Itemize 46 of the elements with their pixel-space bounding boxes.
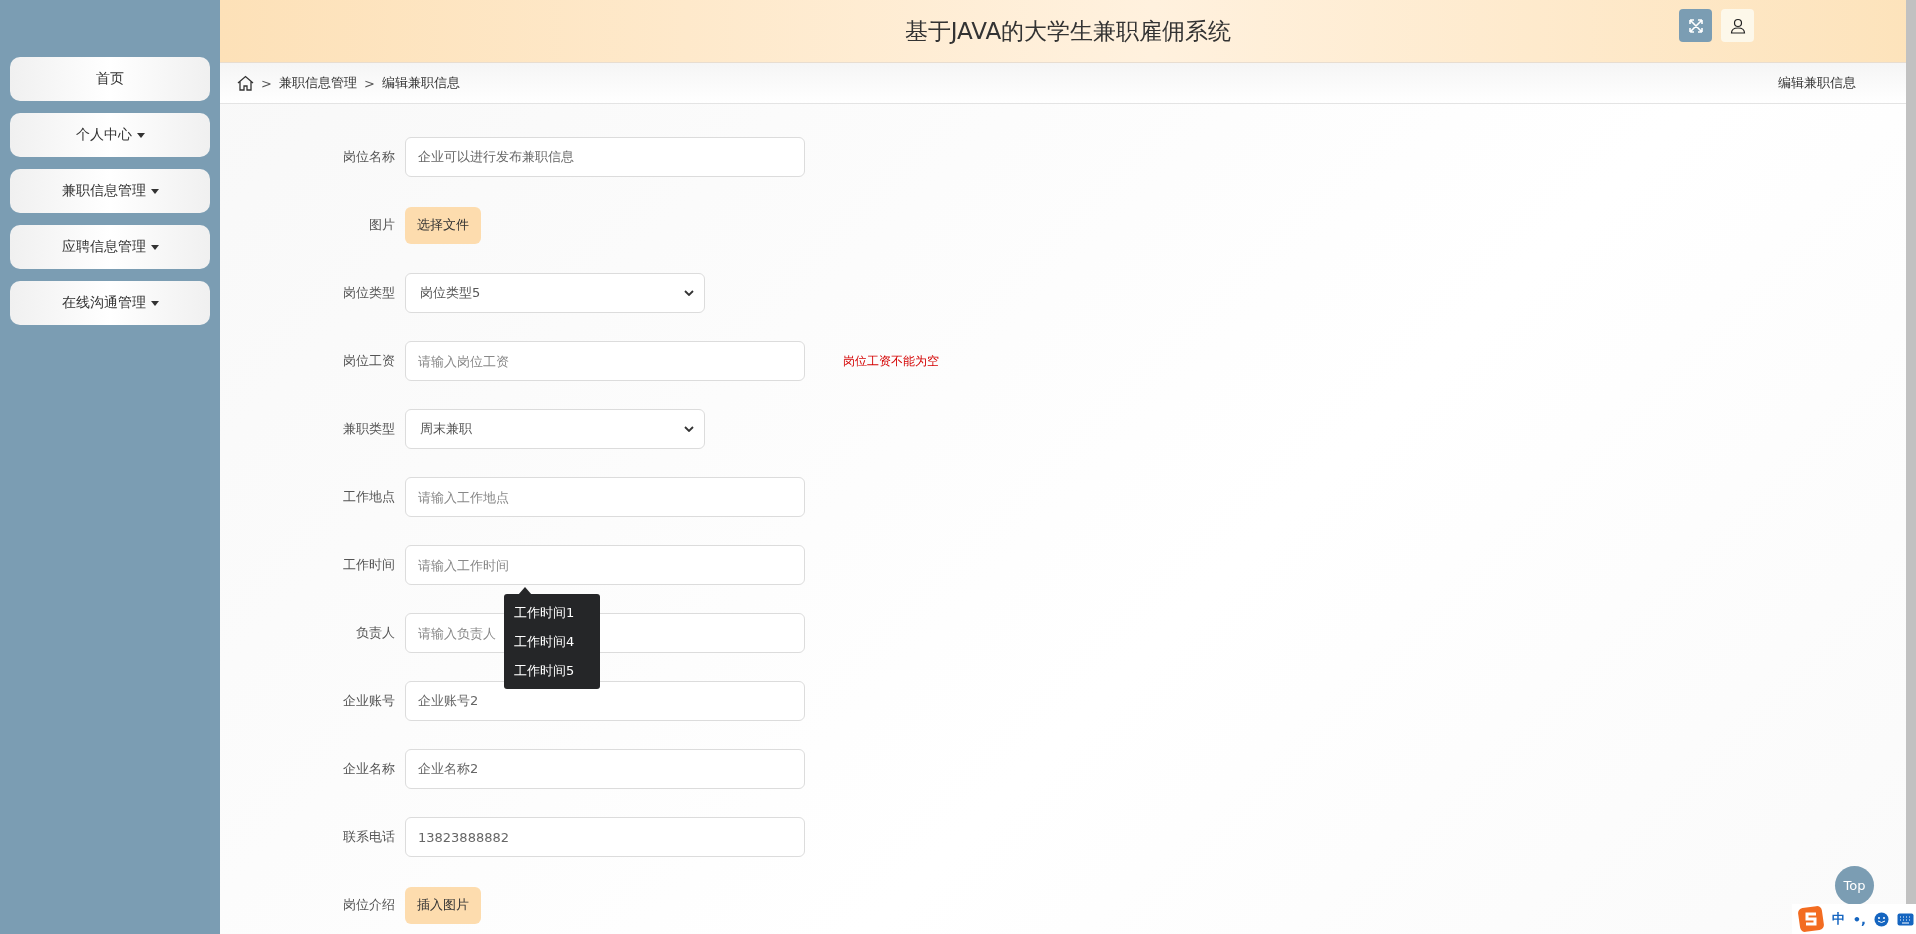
breadcrumb-separator: > [261,75,272,91]
field-label: 工作地点 [342,488,395,506]
field-label: 岗位工资 [342,352,395,370]
sidebar-menu-item[interactable]: 首页 [10,57,210,101]
breadcrumb-separator: > [363,75,375,91]
user-icon [1729,17,1746,34]
field-label: 负责人 [355,624,395,642]
page-title: 基于JAVA的大学生兼职雇佣系统 [904,16,1232,46]
input-field[interactable]: 请输入工作地点 [405,477,805,517]
input-field[interactable]: 请输入工作时间 [405,545,805,585]
input-field[interactable]: 企业账号2 [405,681,805,721]
input-field[interactable]: 企业名称2 [405,749,805,789]
input-mode-text: 中 [1831,910,1845,928]
field-label: 岗位名称 [342,148,395,166]
input-field[interactable]: 13823888882 [405,817,805,857]
field-label: 兼职类型 [342,420,395,438]
field-label: 岗位介绍 [342,896,395,914]
field-label: 联系电话 [342,828,395,846]
error-message: 岗位工资不能为空 [843,352,939,370]
field-label: 工作时间 [342,556,395,574]
fullscreen-button[interactable] [1679,9,1712,42]
punctuation-mode-text: •, [1852,911,1866,927]
select-field[interactable]: 周末兼职 [405,409,705,449]
emoji-icon [1874,911,1889,927]
sidebar-menu-item[interactable]: 兼职信息管理 [10,169,210,213]
field-label: 企业账号 [342,692,395,710]
expand-icon [1687,17,1704,34]
home-icon[interactable] [237,75,254,91]
input-field[interactable]: 企业可以进行发布兼职信息 [405,137,805,177]
sidebar-menu-item[interactable]: 应聘信息管理 [10,225,210,269]
breadcrumb-link[interactable]: 编辑兼职信息 [381,74,460,92]
file-button[interactable]: 插入图片 [405,886,481,924]
select-field[interactable]: 岗位类型5 [405,273,705,313]
suggestion-item[interactable]: 工作时间4 [504,627,600,656]
sidebar-menu-item[interactable]: 个人中心 [10,113,210,157]
field-label: 图片 [368,216,395,234]
user-button[interactable] [1721,9,1754,42]
chevron-down-icon [684,290,694,296]
field-label: 岗位类型 [342,284,395,302]
sidebar-menu-item[interactable]: 在线沟通管理 [10,281,210,325]
file-button[interactable]: 选择文件 [405,206,481,244]
field-label: 企业名称 [342,760,395,778]
breadcrumb-link[interactable]: 兼职信息管理 [278,74,357,92]
breadcrumb-title: 编辑兼职信息 [1778,74,1856,92]
input-field[interactable]: 请输入岗位工资 [405,341,805,381]
chevron-down-icon [684,426,694,432]
